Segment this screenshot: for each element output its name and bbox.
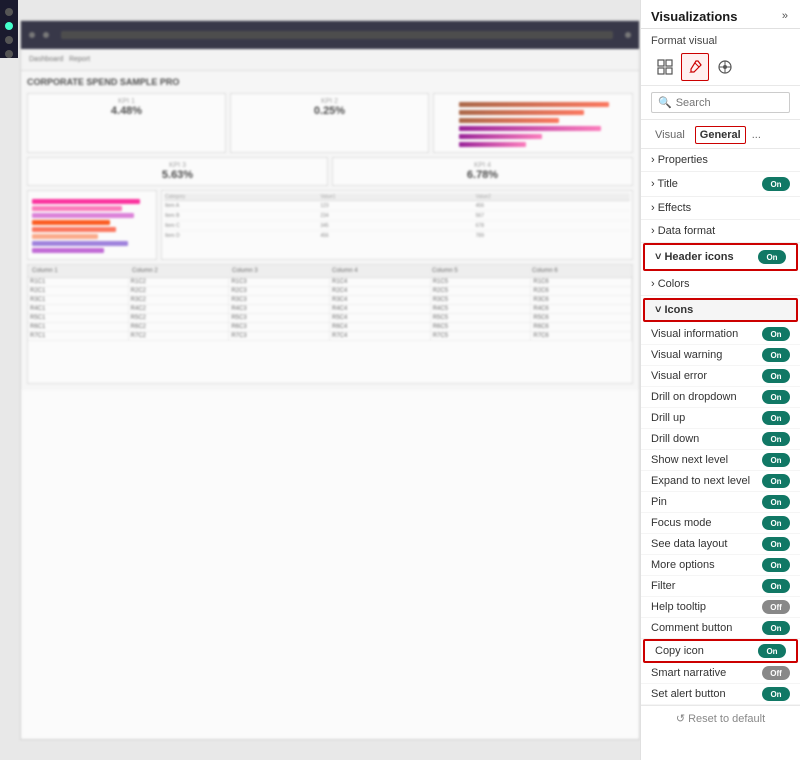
section-header-icons[interactable]: ˅ Header icons On xyxy=(643,243,798,271)
tabs-row: Visual General ... xyxy=(641,120,800,149)
toggle-filter[interactable]: On xyxy=(762,579,790,593)
search-box[interactable]: 🔍 xyxy=(651,92,790,113)
tab-more[interactable]: ... xyxy=(752,129,761,141)
icon-filter: Filter On xyxy=(641,576,800,597)
reset-to-default-button[interactable]: ↺ Reset to default xyxy=(641,705,800,731)
title-toggle[interactable]: On xyxy=(762,177,790,191)
section-properties[interactable]: › Properties xyxy=(641,149,800,172)
header-icons-label: ˅ Header icons xyxy=(655,251,734,263)
icon-smart-narrative: Smart narrative Off xyxy=(641,663,800,684)
icon-help-tooltip: Help tooltip Off xyxy=(641,597,800,618)
copy-icon-label: Copy icon xyxy=(655,645,704,657)
format-icon-analytics[interactable] xyxy=(711,53,739,81)
kpi-card-2: KPI 2 0.25% xyxy=(230,93,429,153)
toggle-visual-error[interactable]: On xyxy=(762,369,790,383)
kpi-card-1: KPI 1 4.48% xyxy=(27,93,226,153)
left-sidebar xyxy=(0,0,18,58)
icons-section-header[interactable]: ˅ Icons xyxy=(643,298,798,322)
panel-close-button[interactable]: » xyxy=(780,8,790,24)
colors-label: › Colors xyxy=(651,278,690,290)
toggle-see-data-layout[interactable]: On xyxy=(762,537,790,551)
icon-more-options: More options On xyxy=(641,555,800,576)
toggle-focus-mode[interactable]: On xyxy=(762,516,790,530)
header-icons-toggle[interactable]: On xyxy=(758,250,786,264)
kpi-row-2: KPI 3 5.63% KPI 4 6.78% xyxy=(27,157,633,186)
icon-comment-button: Comment button On xyxy=(641,618,800,639)
icon-visual-error: Visual error On xyxy=(641,366,800,387)
icon-visual-warning: Visual warning On xyxy=(641,345,800,366)
icon-expand-to-next-level: Expand to next level On xyxy=(641,471,800,492)
effects-label: › Effects xyxy=(651,202,691,214)
icon-copy-icon: Copy icon On xyxy=(643,639,798,663)
panel-header: Visualizations » xyxy=(641,0,800,29)
sidebar-nav-1[interactable] xyxy=(5,8,13,16)
sidebar-nav-4[interactable] xyxy=(5,50,13,58)
toggle-more-options[interactable]: On xyxy=(762,558,790,572)
icon-focus-mode: Focus mode On xyxy=(641,513,800,534)
icon-drill-up: Drill up On xyxy=(641,408,800,429)
icon-see-data-layout: See data layout On xyxy=(641,534,800,555)
format-icon-paint[interactable] xyxy=(681,53,709,81)
dash-tab: Dashboard Report xyxy=(29,56,631,63)
toggle-expand-to-next-level[interactable]: On xyxy=(762,474,790,488)
sidebar-nav-2[interactable] xyxy=(5,22,13,30)
format-icon-grid[interactable] xyxy=(651,53,679,81)
toggle-smart-narrative[interactable]: Off xyxy=(762,666,790,680)
search-section: 🔍 xyxy=(641,86,800,120)
visualizations-panel: Visualizations » Format visual xyxy=(640,0,800,760)
icon-drill-down: Drill down On xyxy=(641,429,800,450)
report-title: CORPORATE SPEND SAMPLE PRO xyxy=(27,77,633,87)
toggle-comment-button[interactable]: On xyxy=(762,621,790,635)
toggle-show-next-level[interactable]: On xyxy=(762,453,790,467)
icon-set-alert-button: Set alert button On xyxy=(641,684,800,705)
search-icon: 🔍 xyxy=(658,96,672,109)
format-visual-label: Format visual xyxy=(651,35,790,47)
kpi-card-5: KPI 3 5.63% xyxy=(27,157,328,186)
format-icons-row xyxy=(651,53,790,81)
icon-drill-on-dropdown: Drill on dropdown On xyxy=(641,387,800,408)
toggle-drill-down[interactable]: On xyxy=(762,432,790,446)
section-effects[interactable]: › Effects xyxy=(641,197,800,220)
toggle-copy-icon[interactable]: On xyxy=(758,644,786,658)
toggle-visual-warning[interactable]: On xyxy=(762,348,790,362)
icon-pin: Pin On xyxy=(641,492,800,513)
toggle-visual-information[interactable]: On xyxy=(762,327,790,341)
section-data-format[interactable]: › Data format xyxy=(641,220,800,243)
tab-visual[interactable]: Visual xyxy=(651,127,689,143)
kpi-row-1: KPI 1 4.48% KPI 2 0.25% xyxy=(27,93,633,153)
toggle-pin[interactable]: On xyxy=(762,495,790,509)
search-input[interactable] xyxy=(676,97,783,109)
kpi-card-3 xyxy=(433,93,633,153)
title-label: › Title xyxy=(651,178,678,190)
toggle-set-alert-button[interactable]: On xyxy=(762,687,790,701)
toggle-drill-on-dropdown[interactable]: On xyxy=(762,390,790,404)
panel-title: Visualizations xyxy=(651,9,737,24)
kpi-card-6: KPI 4 6.78% xyxy=(332,157,633,186)
data-format-label: › Data format xyxy=(651,225,715,237)
properties-label: › Properties xyxy=(651,154,708,166)
tab-general[interactable]: General xyxy=(695,126,746,144)
data-table: Column 1 Column 2 Column 3 Column 4 Colu… xyxy=(27,264,633,384)
format-visual-section: Format visual xyxy=(641,29,800,86)
section-colors[interactable]: › Colors xyxy=(641,273,800,296)
chart-area: Category Value1 Value2 Item A123456 Item… xyxy=(27,190,633,260)
toggle-drill-up[interactable]: On xyxy=(762,411,790,425)
icon-visual-information: Visual information On xyxy=(641,324,800,345)
icons-section-label: ˅ Icons xyxy=(655,304,693,316)
dashboard-inner: Dashboard Report CORPORATE SPEND SAMPLE … xyxy=(20,20,640,740)
icon-show-next-level: Show next level On xyxy=(641,450,800,471)
dashboard-area: Dashboard Report CORPORATE SPEND SAMPLE … xyxy=(0,0,640,760)
sidebar-nav-3[interactable] xyxy=(5,36,13,44)
toggle-help-tooltip[interactable]: Off xyxy=(762,600,790,614)
section-title[interactable]: › Title On xyxy=(641,172,800,197)
